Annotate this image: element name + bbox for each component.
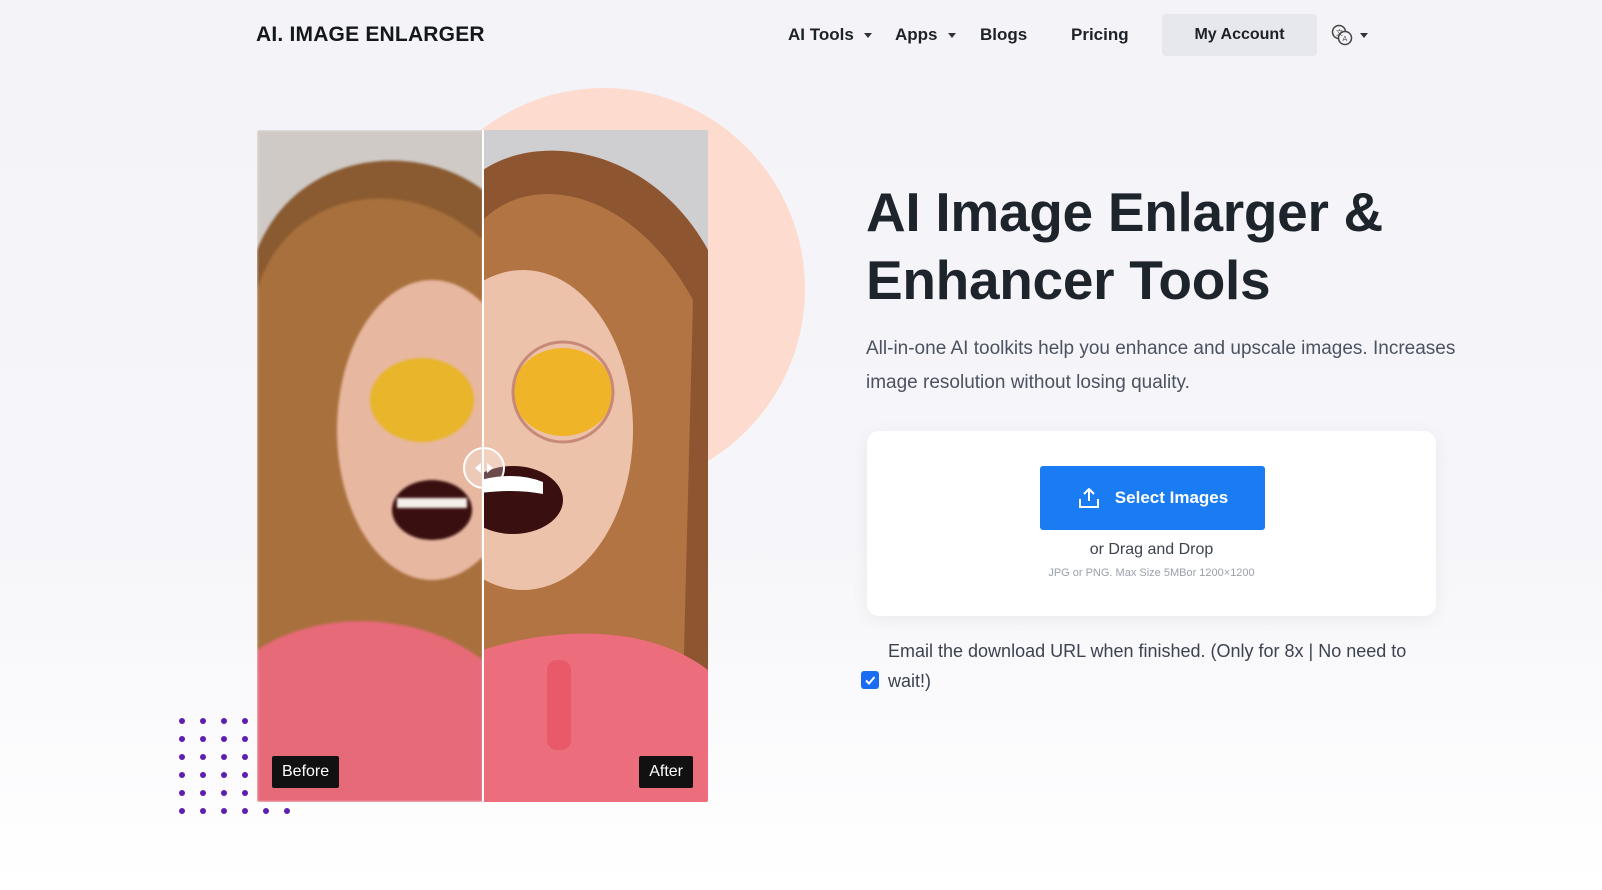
select-images-button[interactable]: Select Images (1040, 466, 1265, 530)
decorative-dot (200, 736, 206, 742)
checkmark-icon (865, 676, 876, 685)
decorative-dot (221, 808, 227, 814)
decorative-dot (179, 772, 185, 778)
decorative-dot (242, 808, 248, 814)
decorative-dot (242, 772, 248, 778)
nav-blogs-label: Blogs (980, 25, 1028, 44)
before-image (257, 130, 527, 802)
decorative-dot (200, 718, 206, 724)
decorative-dot (200, 790, 206, 796)
nav-ai-tools-label: AI Tools (788, 25, 854, 44)
drag-drop-text: or Drag and Drop (1089, 541, 1214, 558)
nav-ai-tools[interactable]: AI Tools (788, 25, 872, 45)
chevron-down-icon (863, 32, 872, 38)
email-checkbox[interactable] (861, 671, 879, 689)
comparison-slider-handle[interactable] (463, 447, 505, 489)
decorative-dot (179, 790, 185, 796)
arrow-right-icon (487, 463, 493, 473)
svg-text:A: A (1343, 35, 1348, 43)
chevron-down-icon (947, 32, 956, 38)
decorative-dot (242, 754, 248, 760)
decorative-dot (221, 790, 227, 796)
decorative-dot (242, 790, 248, 796)
page-subtitle: All-in-one AI toolkits help you enhance … (866, 338, 1456, 393)
decorative-dot (242, 718, 248, 724)
decorative-dot (179, 754, 185, 760)
select-images-label: Select Images (1114, 488, 1229, 507)
decorative-dot (200, 808, 206, 814)
email-option-label: Email the download URL when finished. (O… (888, 641, 1407, 691)
nav-apps[interactable]: Apps (895, 25, 956, 45)
decorative-dot (284, 808, 290, 814)
site-logo[interactable]: AI. IMAGE ENLARGER (256, 23, 485, 47)
decorative-dot (221, 718, 227, 724)
decorative-dot (179, 736, 185, 742)
nav-pricing-label: Pricing (1071, 25, 1129, 44)
after-image-art (413, 130, 708, 802)
upload-dropzone[interactable]: Select Images or Drag and Drop JPG or PN… (867, 431, 1436, 616)
decorative-dot (200, 772, 206, 778)
nav-pricing[interactable]: Pricing (1071, 25, 1129, 45)
decorative-dot (179, 718, 185, 724)
decorative-dot (200, 754, 206, 760)
after-label: After (639, 756, 693, 788)
decorative-dot (221, 736, 227, 742)
upload-icon (1078, 488, 1099, 508)
page-title: AI Image Enlarger & Enhancer Tools (866, 181, 1383, 311)
top-nav: AI. IMAGE ENLARGER AI Tools Apps Blogs P… (0, 0, 1602, 70)
before-image-art (257, 130, 527, 802)
chevron-down-icon (1360, 32, 1368, 38)
decorative-dot (263, 808, 269, 814)
decorative-dot (221, 772, 227, 778)
before-after-comparison[interactable]: Before After (257, 130, 708, 802)
decorative-dot (242, 736, 248, 742)
language-selector[interactable]: 文 A (1331, 24, 1368, 46)
before-label: Before (272, 756, 340, 788)
my-account-button[interactable]: My Account (1162, 14, 1317, 56)
decorative-dot (179, 808, 185, 814)
file-limits-text: JPG or PNG. Max Size 5MBor 1200×1200 (1048, 567, 1255, 579)
nav-blogs[interactable]: Blogs (980, 25, 1027, 45)
nav-apps-label: Apps (895, 25, 938, 44)
decorative-dot (221, 754, 227, 760)
translate-icon: 文 A (1331, 24, 1353, 46)
after-image (413, 130, 708, 802)
arrow-left-icon (475, 463, 481, 473)
